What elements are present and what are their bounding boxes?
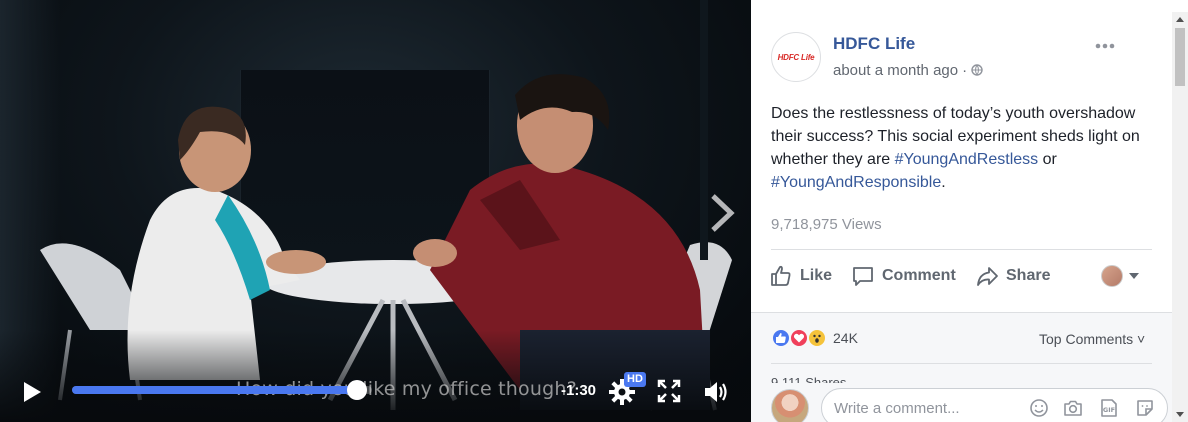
- more-icon[interactable]: [1093, 38, 1117, 54]
- share-label: Share: [1006, 267, 1051, 284]
- reaction-summary[interactable]: 24K: [771, 327, 858, 349]
- reactions-section: 24K Top Comments ˅ 9,111 Shares GIF: [751, 312, 1172, 422]
- volume-icon[interactable]: [702, 378, 730, 406]
- view-count: 9,718,975 Views: [771, 216, 882, 233]
- svg-text:GIF: GIF: [1103, 406, 1115, 414]
- post-as-selector[interactable]: [1101, 262, 1139, 290]
- panel-top-strip: [751, 0, 1188, 12]
- like-reaction-icon: [771, 328, 791, 348]
- globe-icon: [971, 64, 983, 76]
- chevron-right-icon[interactable]: [703, 190, 739, 236]
- emoji-icon[interactable]: [1029, 398, 1049, 418]
- divider: [771, 249, 1152, 250]
- share-arrow-icon: [977, 267, 998, 286]
- like-button[interactable]: Like: [769, 262, 832, 290]
- video-controls: -1:30 HD: [0, 366, 751, 422]
- scrollbar-thumb[interactable]: [1175, 28, 1185, 86]
- hdfc-logo: HDFC Life: [777, 52, 815, 62]
- like-label: Like: [800, 267, 833, 284]
- hd-badge[interactable]: HD: [624, 372, 646, 387]
- love-reaction-icon: [789, 328, 809, 348]
- comment-button[interactable]: Comment: [851, 262, 956, 290]
- post-actions: Like Comment Share: [769, 262, 1159, 290]
- hashtag-link[interactable]: #YoungAndRestless: [895, 151, 1039, 168]
- comment-composer: GIF: [751, 383, 1172, 422]
- post-author[interactable]: HDFC Life: [833, 34, 915, 54]
- post-panel: HDFC Life HDFC Life about a month ago · D…: [751, 0, 1188, 422]
- hashtag-link[interactable]: #YoungAndResponsible: [771, 174, 941, 191]
- video-player[interactable]: How did you like my office though? -1:30: [0, 0, 751, 422]
- play-icon[interactable]: [20, 380, 44, 404]
- scroll-down-icon[interactable]: [1176, 412, 1184, 417]
- avatar: [771, 389, 809, 422]
- share-button[interactable]: Share: [975, 262, 1050, 290]
- camera-icon[interactable]: [1063, 398, 1083, 418]
- post-body-end: .: [941, 174, 946, 191]
- shares-count[interactable]: 9,111 Shares: [771, 375, 846, 383]
- meta-separator: ·: [962, 62, 968, 79]
- speech-bubble-icon: [853, 267, 873, 286]
- post-timestamp[interactable]: about a month ago: [833, 62, 958, 79]
- gif-icon[interactable]: GIF: [1099, 398, 1119, 418]
- video-progress-bar[interactable]: [72, 380, 372, 400]
- avatar: [1101, 265, 1123, 287]
- sticker-icon[interactable]: [1135, 398, 1155, 418]
- wow-reaction-icon: [807, 328, 827, 348]
- thumbs-up-icon: [771, 265, 791, 286]
- chevron-down-icon: [1129, 273, 1139, 279]
- comment-label: Comment: [882, 267, 956, 284]
- top-comments-dropdown[interactable]: Top Comments ˅: [1039, 331, 1145, 347]
- time-remaining: -1:30: [561, 382, 597, 399]
- post-meta: about a month ago ·: [833, 62, 983, 79]
- fullscreen-icon[interactable]: [656, 378, 682, 404]
- post-body-or: or: [1038, 151, 1057, 168]
- page-avatar[interactable]: HDFC Life: [771, 32, 821, 82]
- scroll-up-icon[interactable]: [1176, 17, 1184, 22]
- post-card: HDFC Life HDFC Life about a month ago · D…: [751, 12, 1172, 422]
- scrollbar[interactable]: [1172, 12, 1188, 422]
- reaction-count: 24K: [833, 330, 858, 346]
- divider: [771, 363, 1152, 364]
- video-progress-handle[interactable]: [347, 380, 367, 400]
- post-text: Does the restlessness of today’s youth o…: [771, 102, 1161, 194]
- video-progress-fill: [72, 386, 357, 394]
